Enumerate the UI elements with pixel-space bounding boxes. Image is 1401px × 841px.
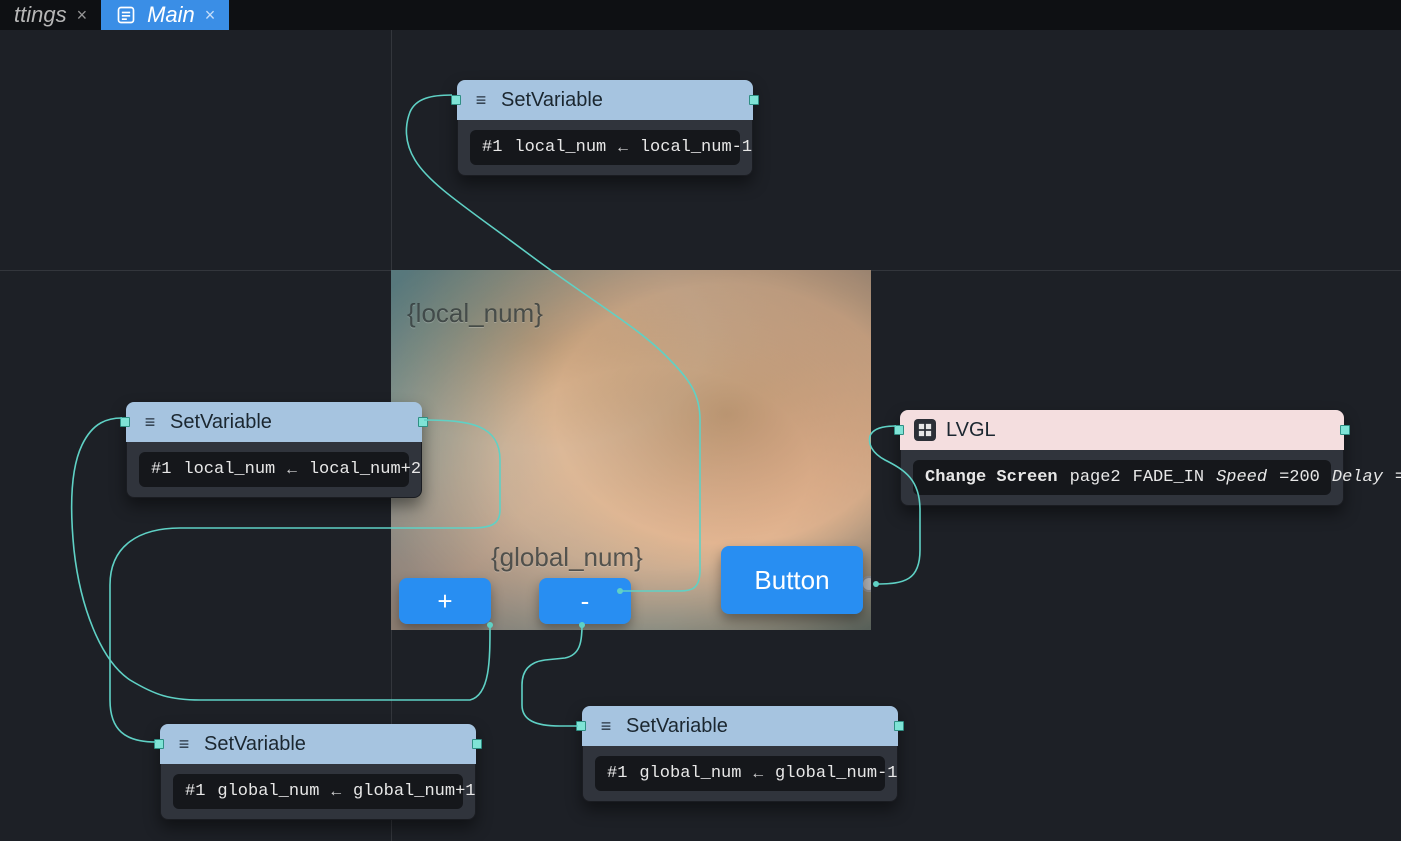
arrow-left-icon: ← [618, 139, 628, 157]
node-title: LVGL [946, 419, 996, 442]
node-lvgl[interactable]: LVGL Change Screen page2 FADE_IN Speed =2… [900, 410, 1344, 506]
lvgl-delay-val: =0 [1395, 468, 1401, 487]
ui-screen-preview[interactable]: {local_num} {global_num} + - Button [391, 270, 871, 630]
lvgl-target: page2 [1070, 468, 1121, 487]
arrow-left-icon: ← [753, 765, 763, 783]
node-header[interactable]: ≡ SetVariable [582, 706, 898, 746]
close-icon[interactable]: × [205, 5, 216, 26]
row-index: #1 [607, 764, 627, 783]
tab-main[interactable]: Main × [101, 0, 229, 30]
node-body: #1 global_num ← global_num-1 [582, 746, 898, 802]
flow-in-port[interactable] [576, 721, 586, 731]
flow-canvas[interactable]: {local_num} {global_num} + - Button ≡ Se… [0, 30, 1401, 841]
close-icon[interactable]: × [77, 5, 88, 26]
node-header[interactable]: ≡ SetVariable [126, 402, 422, 442]
arrow-left-icon: ← [331, 783, 341, 801]
lvgl-icon [914, 419, 936, 441]
node-row: Change Screen page2 FADE_IN Speed=200 De… [913, 460, 1331, 495]
tab-main-label: Main [147, 2, 195, 28]
node-row: #1 global_num ← global_num-1 [595, 756, 885, 791]
row-expr: local_num-1 [640, 138, 752, 157]
main-button[interactable]: Button [721, 546, 863, 614]
flow-in-port[interactable] [154, 739, 164, 749]
row-index: #1 [482, 138, 502, 157]
node-setvariable-bottom-left[interactable]: ≡ SetVariable #1 global_num ← global_num… [160, 724, 476, 820]
flow-in-port[interactable] [894, 425, 904, 435]
label-local-num: {local_num} [407, 298, 543, 329]
flow-out-port[interactable] [418, 417, 428, 427]
node-title: SetVariable [204, 733, 306, 756]
node-setvariable-top[interactable]: ≡ SetVariable #1 local_num ← local_num-1 [457, 80, 753, 176]
flow-in-port[interactable] [451, 95, 461, 105]
flow-in-port[interactable] [120, 417, 130, 427]
row-var: global_num [217, 782, 319, 801]
equals-icon: ≡ [174, 734, 194, 755]
tab-bar: ttings × Main × [0, 0, 1401, 30]
lvgl-action: Change Screen [925, 468, 1058, 487]
tab-settings-label: ttings [14, 2, 67, 28]
node-title: SetVariable [501, 89, 603, 112]
row-var: global_num [639, 764, 741, 783]
node-row: #1 global_num ← global_num+1 [173, 774, 463, 809]
label-global-num: {global_num} [491, 542, 643, 573]
row-index: #1 [151, 460, 171, 479]
flow-out-port[interactable] [749, 95, 759, 105]
flow-out-port[interactable] [472, 739, 482, 749]
node-header[interactable]: LVGL [900, 410, 1344, 450]
node-setvariable-left[interactable]: ≡ SetVariable #1 local_num ← local_num+2 [126, 402, 422, 498]
lvgl-delay-lbl: Delay [1332, 468, 1383, 487]
flow-out-port[interactable] [894, 721, 904, 731]
minus-button[interactable]: - [539, 578, 631, 624]
row-expr: local_num+2 [309, 460, 421, 479]
row-expr: global_num+1 [353, 782, 475, 801]
node-setvariable-bottom-center[interactable]: ≡ SetVariable #1 global_num ← global_num… [582, 706, 898, 802]
node-header[interactable]: ≡ SetVariable [160, 724, 476, 764]
node-header[interactable]: ≡ SetVariable [457, 80, 753, 120]
row-var: local_num [183, 460, 275, 479]
node-title: SetVariable [170, 411, 272, 434]
node-row: #1 local_num ← local_num+2 [139, 452, 409, 487]
row-var: local_num [514, 138, 606, 157]
node-title: SetVariable [626, 715, 728, 738]
row-index: #1 [185, 782, 205, 801]
tab-settings[interactable]: ttings × [0, 0, 101, 30]
row-expr: global_num-1 [775, 764, 897, 783]
equals-icon: ≡ [140, 412, 160, 433]
arrow-left-icon: ← [287, 461, 297, 479]
node-body: #1 global_num ← global_num+1 [160, 764, 476, 820]
lvgl-anim: FADE_IN [1133, 468, 1204, 487]
node-body: Change Screen page2 FADE_IN Speed=200 De… [900, 450, 1344, 506]
node-body: #1 local_num ← local_num-1 [457, 120, 753, 176]
lvgl-speed-lbl: Speed [1216, 468, 1267, 487]
flow-out-port[interactable] [1340, 425, 1350, 435]
lvgl-speed-val: =200 [1279, 468, 1320, 487]
equals-icon: ≡ [596, 716, 616, 737]
node-body: #1 local_num ← local_num+2 [126, 442, 422, 498]
page-icon [115, 4, 137, 26]
node-row: #1 local_num ← local_num-1 [470, 130, 740, 165]
plus-button[interactable]: + [399, 578, 491, 624]
equals-icon: ≡ [471, 90, 491, 111]
